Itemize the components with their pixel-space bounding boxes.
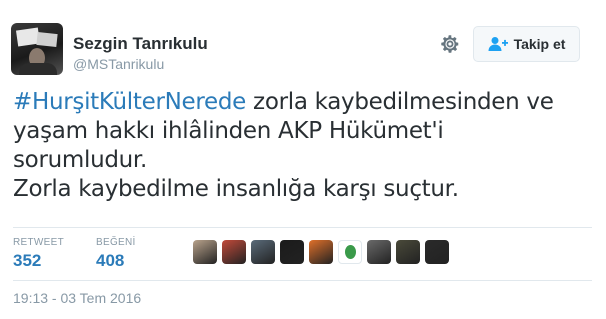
divider-bottom bbox=[13, 280, 592, 281]
add-user-icon bbox=[488, 37, 508, 51]
liker-avatar[interactable] bbox=[193, 240, 217, 264]
like-count[interactable]: 408 bbox=[96, 251, 124, 271]
liker-avatar[interactable] bbox=[222, 240, 246, 264]
like-label: BEĞENİ bbox=[96, 237, 136, 248]
follow-button-label: Takip et bbox=[513, 36, 566, 52]
tweet-line-1: zorla kaybedilmesinden ve bbox=[246, 89, 554, 115]
retweet-count[interactable]: 352 bbox=[13, 251, 41, 271]
follow-button[interactable]: Takip et bbox=[473, 26, 580, 62]
tweet-line-4: Zorla kaybedilme insanlığa karşı suçtur. bbox=[13, 176, 459, 202]
hashtag-link[interactable]: #HurşitKülterNerede bbox=[13, 89, 246, 115]
avatar-sign-2 bbox=[36, 31, 58, 48]
retweet-label: RETWEET bbox=[13, 237, 64, 248]
liker-avatar[interactable] bbox=[251, 240, 275, 264]
tweet-timestamp[interactable]: 19:13 - 03 Tem 2016 bbox=[13, 290, 141, 306]
tweet-line-2: yaşam hakkı ihlâlinden AKP Hükümet'i bbox=[13, 118, 444, 144]
avatar[interactable] bbox=[11, 23, 63, 75]
user-name[interactable]: Sezgin Tanrıkulu bbox=[73, 34, 208, 54]
avatar-body bbox=[19, 63, 57, 75]
user-handle[interactable]: @MSTanrikulu bbox=[73, 56, 164, 72]
divider-top bbox=[13, 227, 592, 228]
tweet-line-3: sorumludur. bbox=[13, 147, 147, 173]
liker-avatars bbox=[193, 240, 454, 264]
liker-avatar[interactable] bbox=[425, 240, 449, 264]
liker-avatar[interactable] bbox=[367, 240, 391, 264]
liker-avatar[interactable] bbox=[309, 240, 333, 264]
tweet-text: #HurşitKülterNerede zorla kaybedilmesind… bbox=[13, 88, 598, 204]
liker-avatar[interactable] bbox=[338, 240, 362, 264]
liker-avatar[interactable] bbox=[396, 240, 420, 264]
liker-avatar[interactable] bbox=[280, 240, 304, 264]
gear-icon[interactable] bbox=[439, 33, 461, 55]
